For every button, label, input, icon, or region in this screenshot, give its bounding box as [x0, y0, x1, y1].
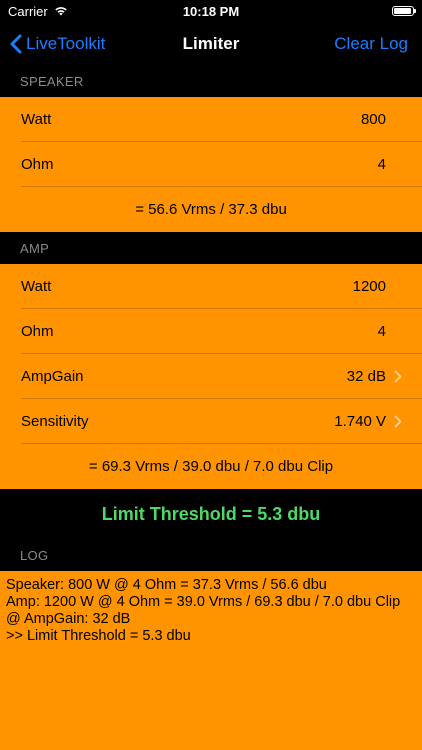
navigation-bar: LiveToolkit Limiter Clear Log [0, 22, 422, 66]
separator [21, 186, 422, 187]
speaker-watt-row[interactable]: Watt 800 [0, 97, 422, 142]
back-button-label: LiveToolkit [26, 34, 106, 53]
speaker-ohm-value: 4 [377, 156, 386, 173]
amp-gain-value: 32 dB [346, 368, 386, 385]
sensitivity-label: Sensitivity [21, 413, 89, 430]
log-line: Speaker: 800 W @ 4 Ohm = 37.3 Vrms / 56.… [6, 577, 327, 593]
amp-summary: = 69.3 Vrms / 39.0 dbu / 7.0 dbu Clip [88, 458, 334, 475]
status-left: Carrier [8, 4, 68, 19]
battery-icon [392, 6, 416, 16]
amp-gain-label: AmpGain [21, 368, 84, 385]
back-button[interactable]: LiveToolkit [10, 34, 105, 54]
amp-gain-row[interactable]: AmpGain 32 dB [0, 354, 422, 399]
carrier-label: Carrier [8, 3, 48, 19]
speaker-watt-label: Watt [21, 111, 52, 128]
amp-section-header: AMP [0, 232, 422, 264]
chevron-right-icon [394, 370, 402, 383]
amp-watt-label: Watt [21, 278, 52, 295]
log-text-area[interactable]: Speaker: 800 W @ 4 Ohm = 37.3 Vrms / 56.… [0, 571, 422, 750]
speaker-ohm-row[interactable]: Ohm 4 [0, 142, 422, 187]
log-line: @ AmpGain: 32 dB [6, 611, 131, 627]
sensitivity-value: 1.740 V [334, 413, 386, 430]
speaker-section-header: SPEAKER [0, 66, 422, 97]
amp-gain-value-group: 32 dB [347, 368, 402, 385]
speaker-ohm-label: Ohm [21, 156, 54, 173]
battery-level [394, 8, 411, 14]
status-right [392, 6, 416, 16]
sensitivity-value-group: 1.740 V [334, 413, 402, 430]
amp-ohm-row[interactable]: Ohm 4 [0, 309, 422, 354]
wifi-icon [55, 7, 67, 16]
limit-threshold-result: Limit Threshold = 5.3 dbu [0, 489, 422, 539]
amp-watt-value: 1200 [352, 278, 386, 295]
screen: Carrier 10:18 PM LiveToolkit Limiter Cle… [0, 0, 422, 750]
log-line: >> Limit Threshold = 5.3 dbu [6, 628, 191, 644]
speaker-summary: = 56.6 Vrms / 37.3 dbu [135, 201, 287, 218]
speaker-watt-value: 800 [360, 111, 386, 128]
amp-watt-row[interactable]: Watt 1200 [0, 264, 422, 309]
status-bar: Carrier 10:18 PM [0, 0, 422, 22]
amp-ohm-value: 4 [377, 323, 386, 340]
separator [21, 443, 422, 444]
log-section-header: LOG [0, 539, 422, 571]
chevron-left-icon [10, 34, 22, 54]
chevron-right-icon [394, 415, 402, 428]
amp-ohm-label: Ohm [21, 323, 54, 340]
clear-log-button[interactable]: Clear Log [334, 34, 408, 54]
sensitivity-row[interactable]: Sensitivity 1.740 V [0, 399, 422, 444]
log-line: Amp: 1200 W @ 4 Ohm = 39.0 Vrms / 69.3 d… [6, 594, 401, 610]
